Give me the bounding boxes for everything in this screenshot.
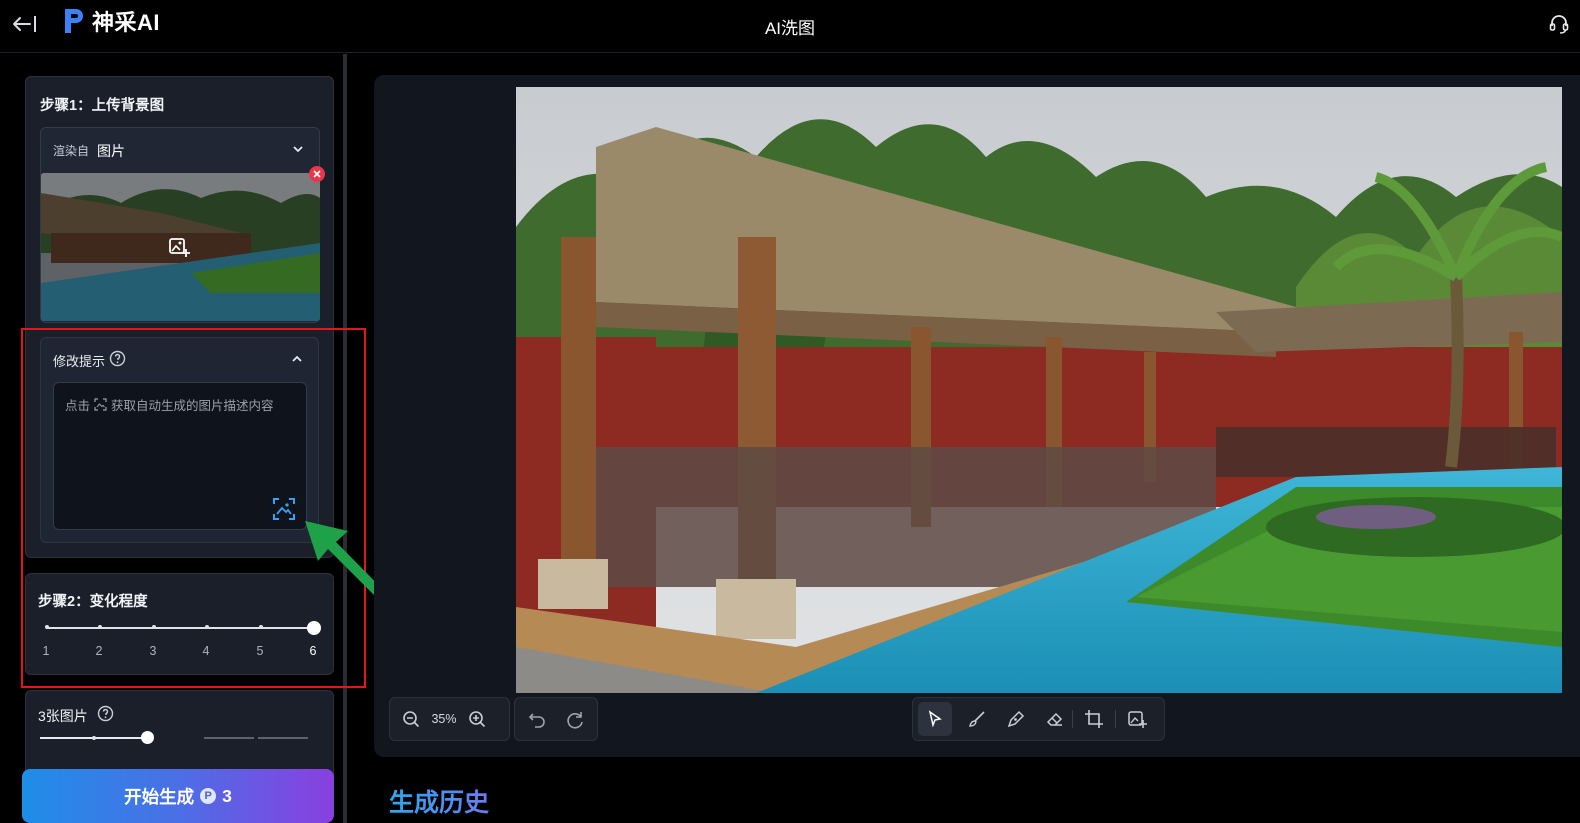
- chevron-up-icon[interactable]: [290, 352, 304, 366]
- step2-card: 步骤2：变化程度 1 2 3 4 5 6: [25, 573, 334, 675]
- scan-image-icon: [273, 498, 295, 520]
- slider-segment[interactable]: [258, 737, 308, 739]
- prompt-textarea[interactable]: 点击 获取自动生成的图片描述内容: [53, 382, 307, 530]
- top-bar: 神采AI AI洗图: [0, 0, 1580, 53]
- scan-image-icon: [94, 398, 107, 411]
- render-from-label: 渲染自: [53, 144, 90, 158]
- close-icon: [313, 170, 321, 178]
- toolbar-separator: [1115, 710, 1116, 728]
- chevron-down-icon[interactable]: [291, 142, 305, 156]
- prompt-title: 修改提示: [53, 354, 106, 369]
- generate-label: 开始生成: [124, 786, 195, 807]
- crop-icon[interactable]: [1083, 708, 1105, 730]
- tick-label-6[interactable]: 6: [303, 644, 323, 658]
- change-level-slider[interactable]: [45, 621, 321, 635]
- slider-tick[interactable]: [259, 625, 263, 629]
- remove-image-button[interactable]: [309, 166, 325, 182]
- step1-title: 步骤1：上传背景图: [40, 98, 165, 114]
- slider-tick[interactable]: [98, 625, 102, 629]
- generation-history-title: 生成历史: [389, 783, 489, 819]
- step2-title: 步骤2：变化程度: [38, 594, 148, 610]
- panel-divider[interactable]: [343, 54, 347, 823]
- slider-segment[interactable]: [204, 737, 254, 739]
- canvas-image[interactable]: [516, 87, 1562, 693]
- tick-label-3[interactable]: 3: [143, 644, 163, 658]
- auto-describe-button[interactable]: [272, 497, 296, 521]
- render-from-value: 图片: [97, 143, 125, 159]
- zoom-level: 35%: [431, 712, 457, 726]
- brush-icon[interactable]: [966, 708, 988, 730]
- credit-coin-icon: P: [200, 788, 217, 804]
- slider-tick[interactable]: [205, 625, 209, 629]
- placeholder-prefix: 点击: [65, 399, 91, 413]
- slider-knob[interactable]: [141, 731, 154, 744]
- start-generate-button[interactable]: 开始生成 P 3: [22, 769, 334, 823]
- cursor-icon: [928, 710, 942, 728]
- edit-tools: [912, 697, 1165, 741]
- history-controls: [514, 697, 598, 741]
- tick-label-4[interactable]: 4: [196, 644, 216, 658]
- tick-label-5[interactable]: 5: [250, 644, 270, 658]
- redo-icon[interactable]: [565, 708, 587, 730]
- slider-tick[interactable]: [92, 736, 96, 740]
- slider-tick[interactable]: [45, 625, 49, 629]
- help-icon[interactable]: [97, 705, 114, 722]
- help-icon[interactable]: [109, 350, 126, 367]
- replace-image-icon[interactable]: [167, 235, 191, 259]
- tick-label-2[interactable]: 2: [89, 644, 109, 658]
- zoom-in-icon[interactable]: [466, 708, 488, 730]
- add-image-icon[interactable]: [1126, 708, 1148, 730]
- image-count-slider[interactable]: [40, 731, 308, 744]
- credit-count: 3: [222, 785, 232, 806]
- zoom-controls: 35%: [389, 697, 510, 741]
- eraser-icon[interactable]: [1044, 708, 1066, 730]
- tick-label-1[interactable]: 1: [36, 644, 56, 658]
- prompt-placeholder: 点击 获取自动生成的图片描述内容: [65, 395, 274, 414]
- headset-support-icon[interactable]: [1548, 13, 1570, 35]
- undo-icon[interactable]: [526, 708, 548, 730]
- pen-icon[interactable]: [1005, 708, 1027, 730]
- prompt-panel: 修改提示 点击 获取自动生成的图片描述内容: [40, 337, 319, 543]
- slider-tick[interactable]: [152, 625, 156, 629]
- zoom-out-icon[interactable]: [400, 708, 422, 730]
- select-tool-button[interactable]: [918, 702, 952, 736]
- page-title: AI洗图: [764, 19, 816, 38]
- image-count-card: 3张图片: [25, 690, 334, 780]
- toolbar-separator: [1072, 710, 1073, 728]
- placeholder-suffix: 获取自动生成的图片描述内容: [111, 399, 274, 413]
- image-count-title: 3张图片: [38, 708, 88, 724]
